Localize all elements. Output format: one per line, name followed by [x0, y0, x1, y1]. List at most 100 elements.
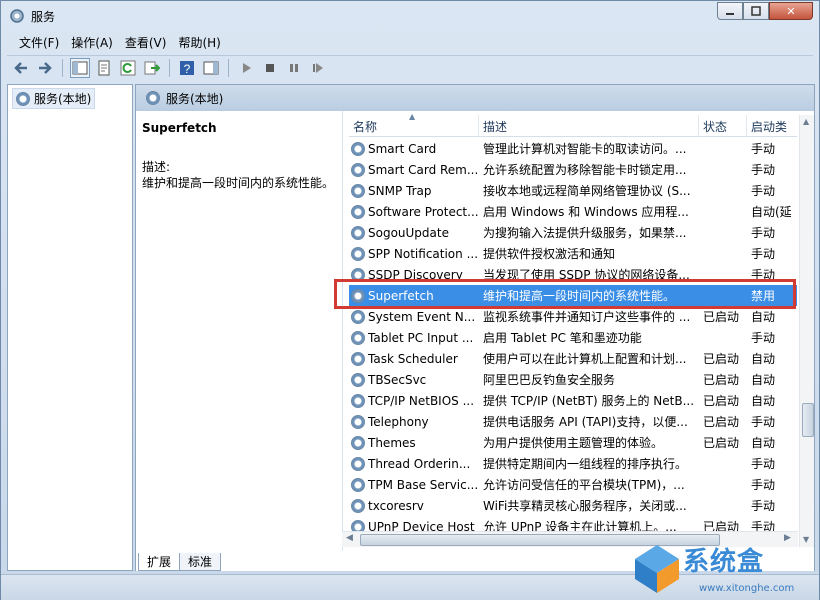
- toolbar-separator: [62, 59, 63, 77]
- pause-service-button[interactable]: [284, 58, 304, 78]
- table-row[interactable]: Telephony 提供电话服务 API (TAPI)支持，以便... 已启动 手动: [349, 411, 797, 432]
- column-header-startup-type[interactable]: 启动类: [747, 115, 797, 137]
- description-label: 描述:: [142, 160, 171, 174]
- service-gear-icon: [351, 351, 365, 366]
- service-startup-type: 自动: [751, 352, 776, 366]
- table-row[interactable]: TCP/IP NetBIOS ... 提供 TCP/IP (NetBT) 服务上的…: [349, 390, 797, 411]
- table-row[interactable]: Smart Card 管理此计算机对智能卡的取读访问。... 手动: [349, 138, 797, 159]
- table-row[interactable]: Tablet PC Input ... 启用 Tablet PC 笔和墨迹功能 手动: [349, 327, 797, 348]
- export-icon: [144, 61, 160, 75]
- cell-name: SPP Notification ...: [349, 246, 479, 261]
- service-startup-type: 手动: [751, 331, 776, 345]
- column-header-label: 状态: [703, 119, 728, 134]
- menu-view[interactable]: 查看(V): [125, 34, 167, 51]
- help-button[interactable]: ?: [177, 58, 197, 78]
- service-gear-icon: [351, 141, 365, 156]
- vertical-scrollbar[interactable]: ▲ ▼: [799, 115, 814, 547]
- refresh-icon: [120, 60, 136, 76]
- cell-name: Software Protect...: [349, 204, 479, 219]
- stop-service-button[interactable]: [260, 58, 280, 78]
- table-row[interactable]: Smart Card Rem... 允许系统配置为移除智能卡时锁定用... 手动: [349, 159, 797, 180]
- tree-item-services-local[interactable]: 服务(本地): [12, 88, 96, 109]
- service-name: TBSecSvc: [368, 372, 427, 387]
- action-pane-button[interactable]: [201, 58, 221, 78]
- table-row[interactable]: SogouUpdate 为搜狗输入法提供升级服务，如果禁... 手动: [349, 222, 797, 243]
- properties-button[interactable]: [94, 58, 114, 78]
- cell-name: TPM Base Servic...: [349, 477, 479, 492]
- tab-standard[interactable]: 标准: [179, 553, 222, 571]
- menu-action[interactable]: 操作(A): [71, 34, 113, 51]
- service-gear-icon: [351, 393, 365, 408]
- service-name: SNMP Trap: [368, 183, 432, 198]
- pane-header-title: 服务(本地): [166, 91, 224, 106]
- service-description: 允许访问受信任的平台模块(TPM)，...: [483, 478, 685, 492]
- service-description: 接收本地或远程简单网络管理协议 (S...: [483, 184, 691, 198]
- start-service-button[interactable]: [236, 58, 256, 78]
- scroll-left-icon[interactable]: ◀: [346, 533, 353, 543]
- service-gear-icon: [351, 372, 365, 387]
- export-button[interactable]: [142, 58, 162, 78]
- column-header-description[interactable]: 描述: [479, 115, 699, 137]
- table-row[interactable]: SPP Notification ... 提供软件授权激活和通知 手动: [349, 243, 797, 264]
- title-bar[interactable]: 服务 ✕: [1, 1, 819, 31]
- table-row[interactable]: TBSecSvc 阿里巴巴反钓鱼安全服务 已启动 自动: [349, 369, 797, 390]
- back-button[interactable]: [11, 58, 31, 78]
- column-header-label: 启动类: [751, 119, 788, 134]
- service-description: WiFi共享精灵核心服务程序，关闭或...: [483, 499, 687, 513]
- service-startup-type: 手动: [751, 499, 776, 513]
- service-gear-icon: [351, 204, 365, 219]
- refresh-button[interactable]: [118, 58, 138, 78]
- cell-name: Task Scheduler: [349, 351, 479, 366]
- service-gear-icon: [351, 309, 365, 324]
- list-rows: Smart Card 管理此计算机对智能卡的取读访问。... 手动 Smart Car…: [349, 138, 797, 537]
- table-row[interactable]: Task Scheduler 使用户可以在此计算机上配置和计划... 已启动 自动: [349, 348, 797, 369]
- service-name: Smart Card Rem...: [368, 162, 479, 177]
- restart-service-button[interactable]: [308, 58, 328, 78]
- console-tree-icon: [72, 61, 88, 75]
- service-status: 已启动: [703, 373, 740, 387]
- service-startup-type: 手动: [751, 142, 776, 156]
- scroll-up-icon[interactable]: ▲: [803, 117, 809, 126]
- service-name: txcoresrv: [368, 498, 424, 513]
- service-gear-icon: [351, 225, 365, 240]
- service-name: TPM Base Servic...: [368, 477, 479, 492]
- menu-file[interactable]: 文件(F): [19, 34, 59, 51]
- selection-highlight-frame: [334, 279, 796, 309]
- column-header-name[interactable]: ▲ 名称: [349, 112, 479, 137]
- cell-name: Smart Card: [349, 141, 479, 156]
- table-row[interactable]: Themes 为用户提供使用主题管理的体验。 已启动 自动: [349, 432, 797, 453]
- tab-extended[interactable]: 扩展: [138, 553, 181, 571]
- close-button[interactable]: ✕: [769, 2, 813, 20]
- table-row[interactable]: SNMP Trap 接收本地或远程简单网络管理协议 (S... 手动: [349, 180, 797, 201]
- column-header-status[interactable]: 状态: [699, 115, 747, 137]
- console-tree-button[interactable]: [70, 58, 90, 78]
- table-row[interactable]: txcoresrv WiFi共享精灵核心服务程序，关闭或... 手动: [349, 495, 797, 516]
- table-row[interactable]: Software Protect... 启用 Windows 和 Windows …: [349, 201, 797, 222]
- menu-help[interactable]: 帮助(H): [178, 34, 220, 51]
- service-description: 提供软件授权激活和通知: [483, 247, 616, 261]
- action-pane-icon: [203, 61, 219, 75]
- svg-text:?: ?: [184, 62, 191, 76]
- restart-icon: [313, 63, 323, 73]
- service-description: 阿里巴巴反钓鱼安全服务: [483, 373, 616, 387]
- cell-name: Telephony: [349, 414, 479, 429]
- minimize-icon: [726, 13, 734, 15]
- service-name: System Event N...: [368, 309, 476, 324]
- service-startup-type: 自动: [751, 436, 776, 450]
- table-row[interactable]: System Event N... 监视系统事件并通知订户这些事件的 ... 已启动…: [349, 306, 797, 327]
- service-startup-type: 手动: [751, 226, 776, 240]
- watermark-logo-icon: [635, 545, 679, 593]
- table-row[interactable]: Thread Orderin... 提供特定期间内一组线程的排序执行。 手动: [349, 453, 797, 474]
- forward-button[interactable]: [35, 58, 55, 78]
- toolbar-separator: [169, 59, 170, 77]
- maximize-button[interactable]: [743, 2, 769, 20]
- service-name: Telephony: [368, 414, 429, 429]
- scroll-thumb[interactable]: [802, 403, 814, 437]
- minimize-button[interactable]: [717, 2, 743, 20]
- table-row[interactable]: TPM Base Servic... 允许访问受信任的平台模块(TPM)，... 手…: [349, 474, 797, 495]
- help-icon: ?: [180, 61, 194, 76]
- services-list: ▲ 名称 描述 状态 启动类 Smart Card 管理此计算机对智能卡的取读访问…: [342, 111, 814, 551]
- service-startup-type: 自动(延: [751, 205, 792, 219]
- service-description: 启用 Tablet PC 笔和墨迹功能: [483, 331, 642, 345]
- service-description: 提供 TCP/IP (NetBT) 服务上的 NetB...: [483, 394, 695, 408]
